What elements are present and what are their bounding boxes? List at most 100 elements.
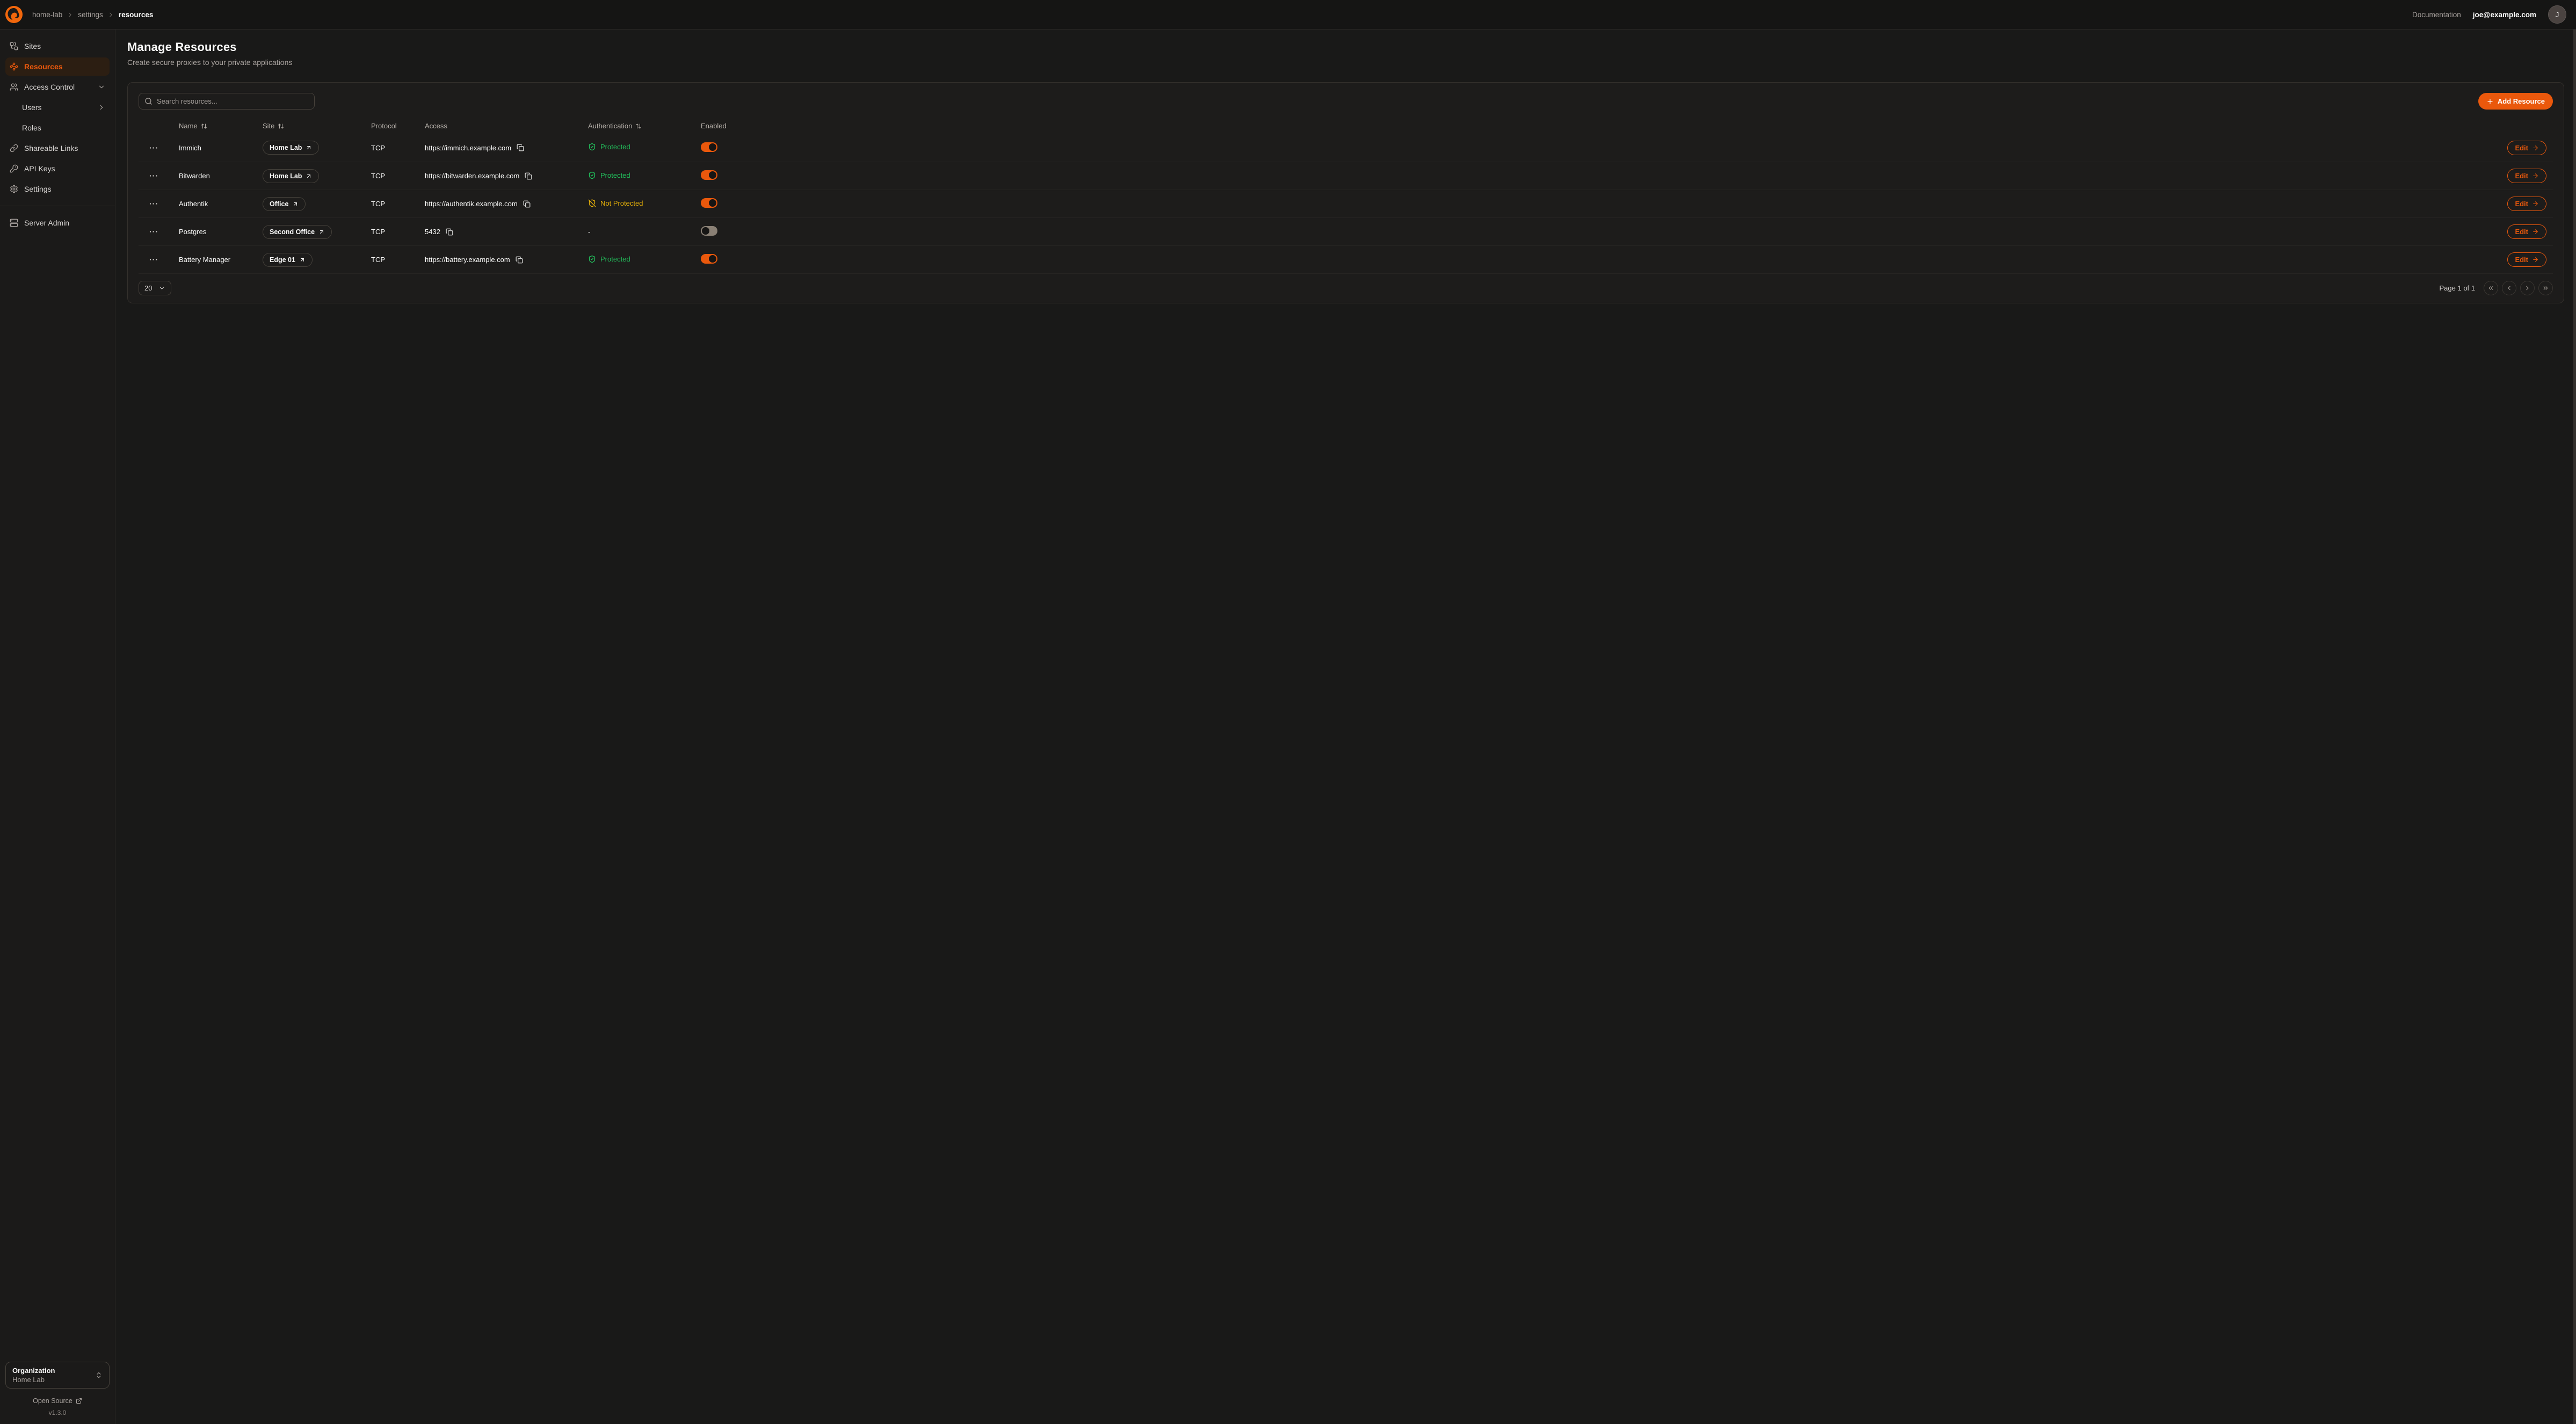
- access-value: https://immich.example.com: [425, 144, 511, 152]
- table-row: ··· Postgres Second Office TCP 5432: [139, 217, 2553, 245]
- enabled-toggle[interactable]: [701, 198, 717, 208]
- page-size-select[interactable]: 20: [139, 281, 171, 295]
- protocol-value: TCP: [371, 228, 385, 236]
- edit-button[interactable]: Edit: [2507, 141, 2546, 155]
- copy-icon[interactable]: [516, 256, 523, 264]
- row-menu-button[interactable]: ···: [149, 227, 158, 236]
- sidebar-item-label: Server Admin: [24, 219, 69, 227]
- search-icon: [144, 97, 153, 105]
- column-header-name: Name: [179, 122, 198, 130]
- shield-check-icon: [588, 143, 596, 151]
- sort-icon[interactable]: [278, 123, 284, 129]
- access-value: https://authentik.example.com: [425, 200, 518, 208]
- site-link-button[interactable]: Home Lab: [263, 169, 319, 183]
- edit-button[interactable]: Edit: [2507, 224, 2546, 239]
- breadcrumb-org[interactable]: home-lab: [32, 11, 62, 19]
- next-page-button[interactable]: [2520, 281, 2535, 295]
- sort-icon[interactable]: [201, 123, 207, 129]
- protocol-value: TCP: [371, 172, 385, 180]
- server-icon: [10, 219, 18, 227]
- chevron-down-icon: [158, 285, 165, 292]
- copy-icon[interactable]: [446, 228, 453, 236]
- add-resource-button[interactable]: Add Resource: [2478, 93, 2553, 110]
- chevrons-up-down-icon: [95, 1371, 103, 1379]
- row-menu-button[interactable]: ···: [149, 255, 158, 264]
- site-link-button[interactable]: Office: [263, 197, 306, 211]
- protocol-value: TCP: [371, 144, 385, 152]
- site-link-button[interactable]: Edge 01: [263, 253, 313, 267]
- arrow-right-icon: [2532, 256, 2539, 263]
- shield-check-icon: [588, 255, 596, 263]
- auth-status-label: -: [588, 228, 590, 236]
- last-page-button[interactable]: [2538, 281, 2553, 295]
- sidebar-item-sites[interactable]: Sites: [5, 37, 110, 55]
- sidebar-item-label: Users: [22, 103, 42, 112]
- access-value: https://battery.example.com: [425, 256, 510, 264]
- table-row: ··· Immich Home Lab TCP https://immich.e…: [139, 134, 2553, 162]
- auth-status-protected: Protected: [588, 143, 630, 151]
- avatar[interactable]: J: [2548, 5, 2566, 24]
- enabled-toggle[interactable]: [701, 142, 717, 152]
- sidebar-item-label: Access Control: [24, 83, 75, 91]
- version-label: v1.3.0: [5, 1409, 110, 1416]
- resources-icon: [10, 62, 18, 71]
- sidebar-item-api-keys[interactable]: API Keys: [5, 159, 110, 178]
- page-indicator: Page 1 of 1: [2440, 284, 2476, 292]
- row-menu-button[interactable]: ···: [149, 199, 158, 208]
- add-resource-label: Add Resource: [2498, 97, 2545, 105]
- edit-button[interactable]: Edit: [2507, 169, 2546, 183]
- row-menu-button[interactable]: ···: [149, 143, 158, 152]
- site-pill-label: Edge 01: [270, 256, 295, 264]
- sites-icon: [10, 42, 18, 50]
- edit-button[interactable]: Edit: [2507, 197, 2546, 211]
- organization-value: Home Lab: [12, 1376, 95, 1384]
- resource-name: Battery Manager: [179, 256, 230, 264]
- enabled-toggle[interactable]: [701, 226, 717, 236]
- sidebar-item-roles[interactable]: Roles: [5, 119, 110, 137]
- search-input[interactable]: [157, 97, 309, 105]
- copy-icon[interactable]: [517, 144, 524, 151]
- sidebar-item-server-admin[interactable]: Server Admin: [5, 214, 110, 232]
- table-header-row: Name Site Protocol: [139, 118, 2553, 134]
- user-email[interactable]: joe@example.com: [2473, 11, 2536, 19]
- table-row: ··· Authentik Office TCP https://authent…: [139, 190, 2553, 217]
- enabled-toggle[interactable]: [701, 254, 717, 264]
- sidebar-item-label: Sites: [24, 42, 41, 50]
- copy-icon[interactable]: [523, 200, 531, 208]
- organization-selector[interactable]: Organization Home Lab: [5, 1362, 110, 1389]
- arrow-up-right-icon: [318, 229, 325, 235]
- sidebar-item-resources[interactable]: Resources: [5, 57, 110, 76]
- avatar-initial: J: [2556, 11, 2559, 19]
- site-link-button[interactable]: Home Lab: [263, 141, 319, 155]
- sidebar-item-access-control[interactable]: Access Control: [5, 78, 110, 96]
- link-icon: [10, 144, 18, 152]
- site-pill-label: Home Lab: [270, 172, 302, 180]
- documentation-link[interactable]: Documentation: [2412, 11, 2461, 19]
- sidebar-item-users[interactable]: Users: [5, 98, 110, 117]
- open-source-link[interactable]: Open Source: [5, 1397, 110, 1405]
- edit-button[interactable]: Edit: [2507, 252, 2546, 267]
- scrollbar[interactable]: [2573, 30, 2576, 1424]
- site-link-button[interactable]: Second Office: [263, 225, 332, 239]
- sidebar-item-shareable-links[interactable]: Shareable Links: [5, 139, 110, 157]
- chevron-right-icon: [98, 104, 105, 111]
- search-input-wrap: [139, 93, 315, 110]
- auth-status-protected: Protected: [588, 171, 630, 179]
- sort-icon[interactable]: [635, 123, 642, 129]
- copy-icon[interactable]: [525, 172, 532, 180]
- app-logo[interactable]: [4, 5, 24, 24]
- breadcrumb-page[interactable]: resources: [119, 11, 154, 19]
- auth-status-label: Not Protected: [600, 199, 643, 207]
- enabled-toggle[interactable]: [701, 170, 717, 180]
- arrow-up-right-icon: [306, 144, 312, 151]
- page-subtitle: Create secure proxies to your private ap…: [127, 58, 2564, 67]
- previous-page-button[interactable]: [2502, 281, 2516, 295]
- plus-icon: [2486, 98, 2494, 105]
- first-page-button[interactable]: [2484, 281, 2498, 295]
- resource-name: Immich: [179, 144, 201, 152]
- row-menu-button[interactable]: ···: [149, 171, 158, 180]
- open-source-label: Open Source: [33, 1397, 72, 1405]
- breadcrumb-section[interactable]: settings: [78, 11, 103, 19]
- sidebar-item-settings[interactable]: Settings: [5, 180, 110, 198]
- auth-status-label: Protected: [600, 255, 630, 263]
